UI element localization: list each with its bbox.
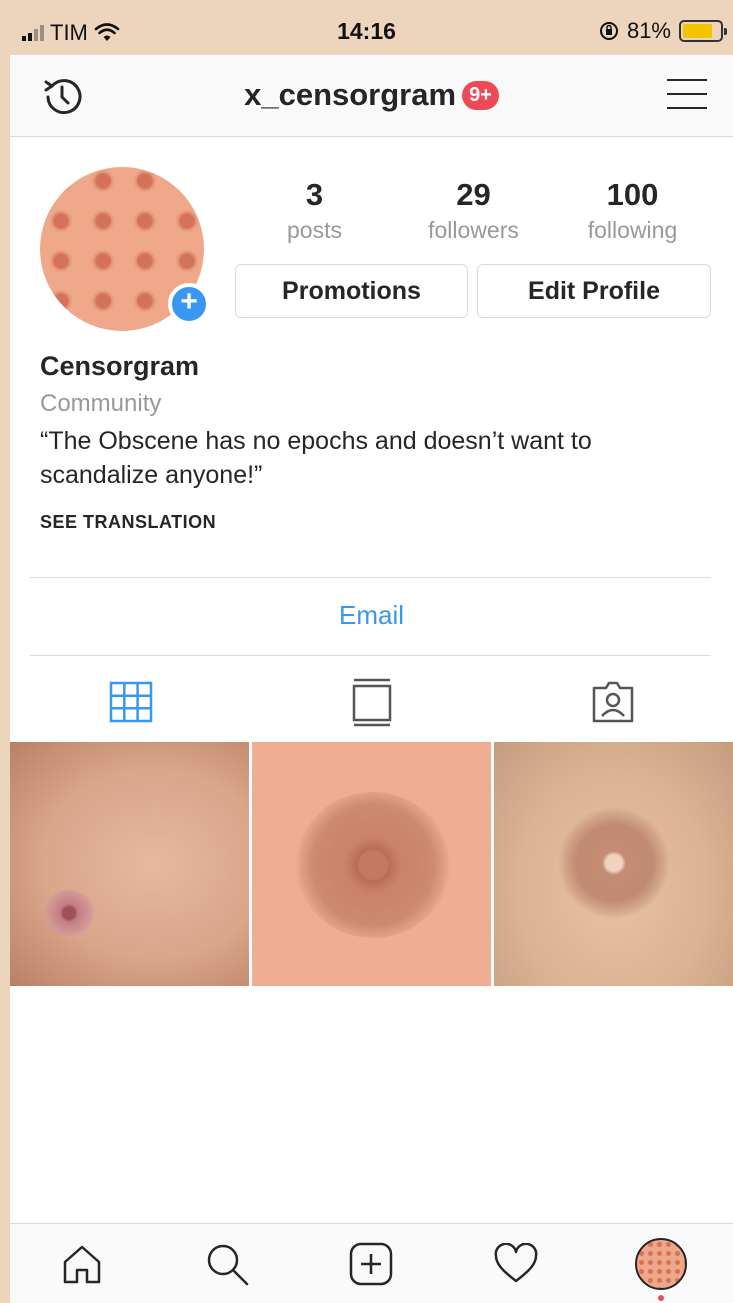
see-translation-link[interactable]: SEE TRANSLATION xyxy=(40,512,710,533)
nav-profile[interactable] xyxy=(588,1224,733,1303)
tab-tagged[interactable] xyxy=(492,667,733,737)
tab-feed[interactable] xyxy=(251,667,492,737)
stat-following-label: following xyxy=(587,217,678,243)
app-screen: x_censorgram 9+ + 3 posts 29 followers 10… xyxy=(10,55,733,1303)
profile-bio: Censorgram Community “The Obscene has no… xyxy=(40,351,710,533)
battery-percent: 81% xyxy=(626,18,671,43)
bottom-nav xyxy=(10,1223,733,1303)
nav-activity[interactable] xyxy=(444,1224,589,1303)
username-title: x_censorgram xyxy=(244,77,457,112)
stat-following-count: 100 xyxy=(606,177,659,212)
divider xyxy=(30,655,711,656)
notification-dot xyxy=(657,1295,664,1301)
orientation-lock-icon xyxy=(599,22,618,40)
edit-profile-button[interactable]: Edit Profile xyxy=(477,264,711,318)
profile-category: Community xyxy=(40,390,162,417)
heart-icon xyxy=(494,1242,538,1282)
promotions-button[interactable]: Promotions xyxy=(235,264,468,318)
add-post-icon xyxy=(350,1242,393,1285)
posts-grid xyxy=(10,742,733,986)
grid-icon xyxy=(109,681,152,723)
username-dropdown[interactable]: x_censorgram 9+ xyxy=(10,77,733,113)
add-story-icon[interactable]: + xyxy=(168,283,210,325)
post-thumbnail[interactable] xyxy=(252,742,491,986)
profile-header: x_censorgram 9+ xyxy=(10,55,733,137)
profile-stats: 3 posts 29 followers 100 following xyxy=(235,177,712,247)
nav-search[interactable] xyxy=(155,1224,300,1303)
profile-name: Censorgram xyxy=(40,351,200,381)
status-right: 81% xyxy=(599,18,727,44)
stat-followers-label: followers xyxy=(428,217,519,243)
nav-add-post[interactable] xyxy=(299,1224,444,1303)
search-icon xyxy=(207,1244,249,1285)
tab-grid[interactable] xyxy=(10,667,251,737)
stat-posts-count: 3 xyxy=(305,177,324,212)
menu-icon[interactable] xyxy=(667,79,707,113)
feed-icon xyxy=(352,678,391,727)
status-bar: TIM 14:16 81% xyxy=(0,0,733,60)
home-icon xyxy=(64,1245,101,1283)
divider xyxy=(30,577,711,578)
stat-following[interactable]: 100 following xyxy=(553,177,712,247)
profile-tabs xyxy=(10,667,733,737)
stat-posts-label: posts xyxy=(287,217,342,243)
profile-avatar-icon xyxy=(634,1237,687,1290)
post-thumbnail[interactable] xyxy=(494,742,733,986)
nav-home[interactable] xyxy=(10,1224,155,1303)
notification-badge: 9+ xyxy=(462,80,499,110)
bio-text: “The Obscene has no epochs and doesn’t w… xyxy=(40,427,592,489)
post-thumbnail[interactable] xyxy=(10,742,249,986)
stat-posts[interactable]: 3 posts xyxy=(235,177,394,247)
battery-icon xyxy=(679,20,727,42)
stat-followers-count: 29 xyxy=(456,177,491,212)
email-button[interactable]: Email xyxy=(10,600,733,631)
tagged-icon xyxy=(592,681,633,723)
stat-followers[interactable]: 29 followers xyxy=(394,177,553,247)
